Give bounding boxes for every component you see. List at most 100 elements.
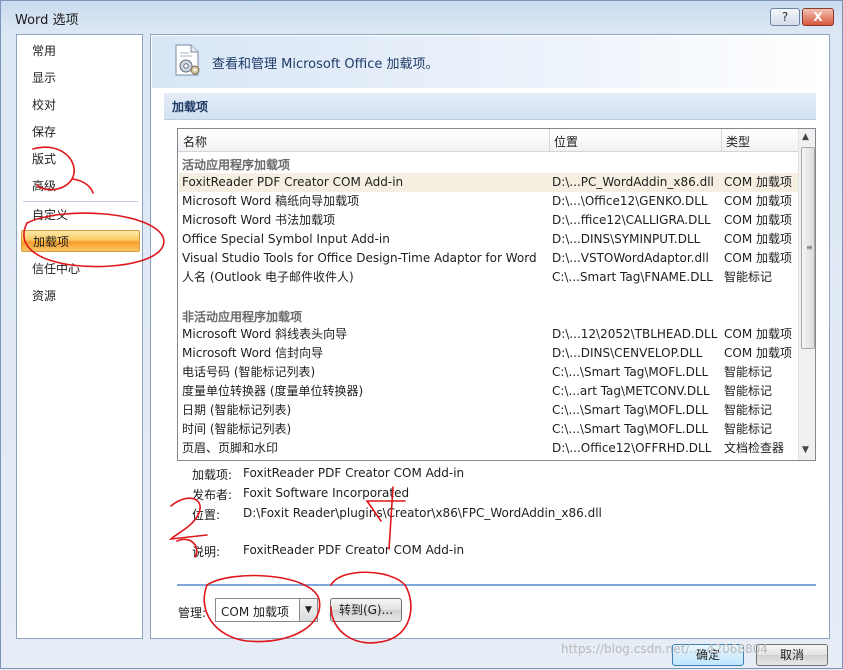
addin-name: Microsoft Word 书法加载项 [182,213,336,227]
list-row[interactable]: 日期 (智能标记列表) C:\...\Smart Tag\MOFL.DLL 智能… [179,401,798,420]
list-row[interactable]: Microsoft Word 斜线表头向导 D:\...12\2052\TBLH… [179,325,798,344]
nav-item-addins[interactable]: 加载项 [21,230,140,252]
goto-button[interactable]: 转到(G)... [330,598,402,622]
detail-location-label: 位置: [192,508,221,522]
addin-location: D:\...ffice12\CALLIGRA.DLL [552,213,711,227]
addin-type: 智能标记 [724,384,773,398]
manage-selected-value: COM 加载项 [221,605,289,619]
scroll-thumb[interactable]: ≡ [801,147,815,349]
column-divider[interactable] [721,129,722,151]
addin-gear-document-icon [175,44,200,76]
detail-publisher-label: 发布者: [192,488,233,502]
list-row[interactable]: 电话号码 (智能标记列表) C:\...\Smart Tag\MOFL.DLL … [179,363,798,382]
dropdown-arrow-icon[interactable]: ▼ [299,599,317,621]
addin-location: C:\...\Smart Tag\MOFL.DLL [552,403,709,417]
column-divider[interactable] [549,129,550,151]
addin-type: COM 加载项 [724,327,792,341]
list-row[interactable]: 页眉、页脚和水印 D:\...Office12\OFFRHD.DLL 文档检查器 [179,439,798,458]
window-title: Word 选项 [15,13,79,28]
list-row[interactable]: Visual Studio Tools for Office Design-Ti… [179,249,798,268]
group-header-active: 活动应用程序加载项 [182,158,291,172]
nav-item-trust-center[interactable]: 信任中心 [21,258,140,280]
column-header-type[interactable]: 类型 [726,133,750,150]
nav-item-resources[interactable]: 资源 [21,285,140,307]
nav-item-general[interactable]: 常用 [21,40,140,62]
addin-type: COM 加载项 [724,213,792,227]
nav-item-customize[interactable]: 自定义 [21,204,140,226]
addin-location: D:\...DINS\SYMINPUT.DLL [552,232,701,246]
addin-name: Microsoft Word 信封向导 [182,346,324,360]
list-row[interactable]: 人名 (Outlook 电子邮件收件人) C:\...Smart Tag\FNA… [179,268,798,287]
addin-name: 时间 (智能标记列表) [182,422,292,436]
list-row[interactable]: Microsoft Word 书法加载项 D:\...ffice12\CALLI… [179,211,798,230]
group-header-inactive: 非活动应用程序加载项 [182,310,303,324]
manage-dropdown[interactable]: COM 加载项 ▼ [215,598,318,622]
addin-type: 智能标记 [724,365,773,379]
addin-location: D:\...VSTOWordAdaptor.dll [552,251,709,265]
addin-location: C:\...art Tag\METCONV.DLL [552,384,710,398]
detail-description-label: 说明: [192,545,221,559]
addin-location: D:\...PC_WordAddin_x86.dll [552,175,714,189]
list-row[interactable]: 度量单位转换器 (度量单位转换器) C:\...art Tag\METCONV.… [179,382,798,401]
detail-addin-label: 加载项: [192,468,233,482]
addin-type: COM 加载项 [724,251,792,265]
addin-name: Visual Studio Tools for Office Design-Ti… [182,251,537,265]
addin-location: D:\...\Office12\GENKO.DLL [552,194,708,208]
addin-location: D:\...12\2052\TBLHEAD.DLL [552,327,718,341]
addin-name: Office Special Symbol Input Add-in [182,232,390,246]
list-header: 名称 位置 类型 [178,129,798,152]
addin-name: 度量单位转换器 (度量单位转换器) [182,384,364,398]
manage-label: 管理: [178,606,207,620]
addin-type: 智能标记 [724,270,773,284]
addin-location: C:\...\Smart Tag\MOFL.DLL [552,365,709,379]
list-scrollbar[interactable]: ▲ ≡ ▼ [798,129,815,460]
addin-type: 文档检查器 [724,441,785,455]
nav-item-advanced[interactable]: 高级 [21,175,140,197]
detail-addin-value: FoxitReader PDF Creator COM Add-in [243,466,465,480]
nav-item-proofing[interactable]: 校对 [21,94,140,116]
list-row[interactable]: FoxitReader PDF Creator COM Add-in D:\..… [179,173,798,192]
addin-location: D:\...DINS\CENVELOP.DLL [552,346,703,360]
addin-type: COM 加载项 [724,232,792,246]
addin-name: Microsoft Word 稿纸向导加载项 [182,194,360,208]
section-header: 加载项 [164,93,816,120]
addin-name: 人名 (Outlook 电子邮件收件人) [182,270,354,284]
column-header-name[interactable]: 名称 [183,133,207,150]
scroll-grip-icon: ≡ [806,243,813,252]
panel-divider [177,584,816,586]
addin-type: COM 加载项 [724,194,792,208]
help-button[interactable]: ? [770,8,800,26]
addin-type: 智能标记 [724,403,773,417]
addin-name: 页眉、页脚和水印 [182,441,279,455]
section-title: 加载项 [172,100,209,114]
nav-item-save[interactable]: 保存 [21,121,140,143]
close-button[interactable]: X [802,8,834,26]
detail-description-value: FoxitReader PDF Creator COM Add-in [243,543,465,557]
list-row[interactable]: Microsoft Word 信封向导 D:\...DINS\CENVELOP.… [179,344,798,363]
addins-list[interactable]: 名称 位置 类型 活动应用程序加载项 FoxitReader PDF Creat… [177,128,816,461]
list-row[interactable]: 时间 (智能标记列表) C:\...\Smart Tag\MOFL.DLL 智能… [179,420,798,439]
addin-name: 电话号码 (智能标记列表) [182,365,316,379]
addin-type: 智能标记 [724,422,773,436]
addin-location: C:\...Smart Tag\FNAME.DLL [552,270,713,284]
banner-text: 查看和管理 Microsoft Office 加载项。 [212,57,439,72]
list-row[interactable]: Office Special Symbol Input Add-in D:\..… [179,230,798,249]
list-row[interactable]: Microsoft Word 稿纸向导加载项 D:\...\Office12\G… [179,192,798,211]
column-header-location[interactable]: 位置 [554,133,578,150]
nav-divider [23,201,138,202]
options-nav: 常用 显示 校对 保存 版式 高级 自定义 加载项 信任中心 资源 [16,34,143,639]
scroll-up-arrow-icon[interactable]: ▲ [802,132,809,142]
panel-banner: 查看和管理 Microsoft Office 加载项。 [152,36,828,88]
detail-location-value: D:\Foxit Reader\plugins\Creator\x86\FPC_… [243,506,602,520]
nav-item-display[interactable]: 显示 [21,67,140,89]
nav-item-layout[interactable]: 版式 [21,148,140,170]
word-options-dialog: Word 选项 ? X 常用 显示 校对 保存 版式 高级 自定义 加载项 信任… [0,0,843,669]
scroll-down-arrow-icon[interactable]: ▼ [802,445,809,455]
detail-publisher-value: Foxit Software Incorporated [243,486,410,500]
title-bar: Word 选项 ? X [1,1,842,33]
addin-location: C:\...\Smart Tag\MOFL.DLL [552,422,709,436]
addin-name: 日期 (智能标记列表) [182,403,292,417]
addin-type: COM 加载项 [724,346,792,360]
addin-type: COM 加载项 [724,175,792,189]
watermark: https://blog.csdn.net/..._42068804 [561,642,768,656]
